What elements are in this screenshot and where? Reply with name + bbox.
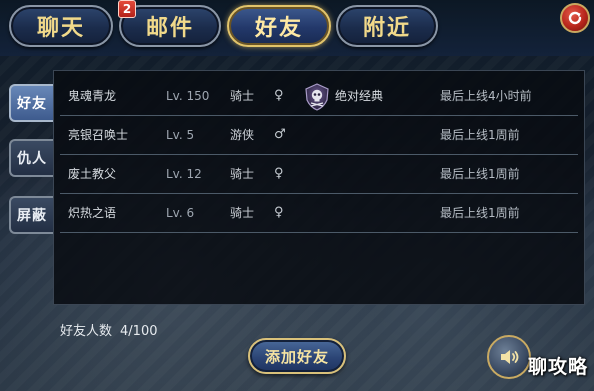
side-tab-blocked[interactable]: 屏蔽 xyxy=(9,196,53,234)
friend-name: 废土教父 xyxy=(68,167,117,181)
friend-count-label: 好友人数 xyxy=(60,324,113,339)
friend-class: 骑士 xyxy=(230,206,255,220)
friend-last-online: 最后上线4小时前 xyxy=(440,89,532,103)
voice-button[interactable] xyxy=(487,335,531,379)
friend-name: 炽热之语 xyxy=(68,206,117,220)
friend-last-online: 最后上线1周前 xyxy=(440,128,520,142)
friend-row[interactable]: 废土教父 Lv. 12 骑士 ♀ 最后上线1周前 xyxy=(60,155,578,194)
close-button[interactable] xyxy=(560,3,590,33)
friend-level: Lv. 150 xyxy=(166,89,210,103)
friend-class: 骑士 xyxy=(230,89,255,103)
tab-friends[interactable]: 好友 xyxy=(227,5,331,47)
friend-gender-icon: ♀ xyxy=(274,88,284,103)
friend-count: 好友人数 4/100 xyxy=(60,320,157,339)
friend-guild: 绝对经典 xyxy=(335,89,384,103)
skull-crest-icon xyxy=(305,83,329,111)
friend-row[interactable]: 炽热之语 Lv. 6 骑士 ♀ 最后上线1周前 xyxy=(60,194,578,233)
friend-last-online: 最后上线1周前 xyxy=(440,167,520,181)
friend-class: 骑士 xyxy=(230,167,255,181)
mail-unread-badge: 2 xyxy=(118,0,136,18)
tab-friends-label: 好友 xyxy=(254,16,303,41)
friend-row[interactable]: 鬼魂青龙 Lv. 150 骑士 ♀ 绝对经典 最后上线4小时前 xyxy=(60,77,578,116)
tab-nearby[interactable]: 附近 xyxy=(336,5,438,47)
side-tab-friends-label: 好友 xyxy=(17,96,47,112)
add-friend-button[interactable]: 添加好友 xyxy=(248,338,346,374)
friend-level: Lv. 6 xyxy=(166,206,195,220)
friend-level: Lv. 5 xyxy=(166,128,195,142)
friend-gender-icon: ♀ xyxy=(274,205,284,220)
friend-name: 亮银召唤士 xyxy=(68,128,129,142)
top-tab-bar: 聊天 邮件 2 好友 附近 xyxy=(0,0,594,56)
friend-gender-icon: ♀ xyxy=(274,166,284,181)
friend-list-panel: 鬼魂青龙 Lv. 150 骑士 ♀ 绝对经典 最后上线4小时前 亮银召唤士 Lv… xyxy=(53,70,585,305)
side-tab-enemies-label: 仇人 xyxy=(17,151,47,167)
tab-chat-label: 聊天 xyxy=(36,16,85,41)
tab-mail-label: 邮件 xyxy=(145,16,194,41)
friend-gender-icon: ♂ xyxy=(274,127,286,142)
friend-count-value: 4/100 xyxy=(120,324,158,339)
friend-name: 鬼魂青龙 xyxy=(68,89,117,103)
side-tab-blocked-label: 屏蔽 xyxy=(17,208,47,224)
friend-level: Lv. 12 xyxy=(166,167,202,181)
tab-nearby-label: 附近 xyxy=(362,16,411,41)
speaker-icon xyxy=(501,350,519,364)
side-tab-friends[interactable]: 好友 xyxy=(9,84,53,122)
side-tab-enemies[interactable]: 仇人 xyxy=(9,139,53,177)
tab-chat[interactable]: 聊天 xyxy=(9,5,113,47)
watermark: 聊攻略 xyxy=(528,356,589,378)
friend-row[interactable]: 亮银召唤士 Lv. 5 游侠 ♂ 最后上线1周前 xyxy=(60,116,578,155)
friend-class: 游侠 xyxy=(230,128,255,142)
friend-last-online: 最后上线1周前 xyxy=(440,206,520,220)
refresh-close-icon xyxy=(568,11,582,25)
add-friend-label: 添加好友 xyxy=(264,347,329,366)
